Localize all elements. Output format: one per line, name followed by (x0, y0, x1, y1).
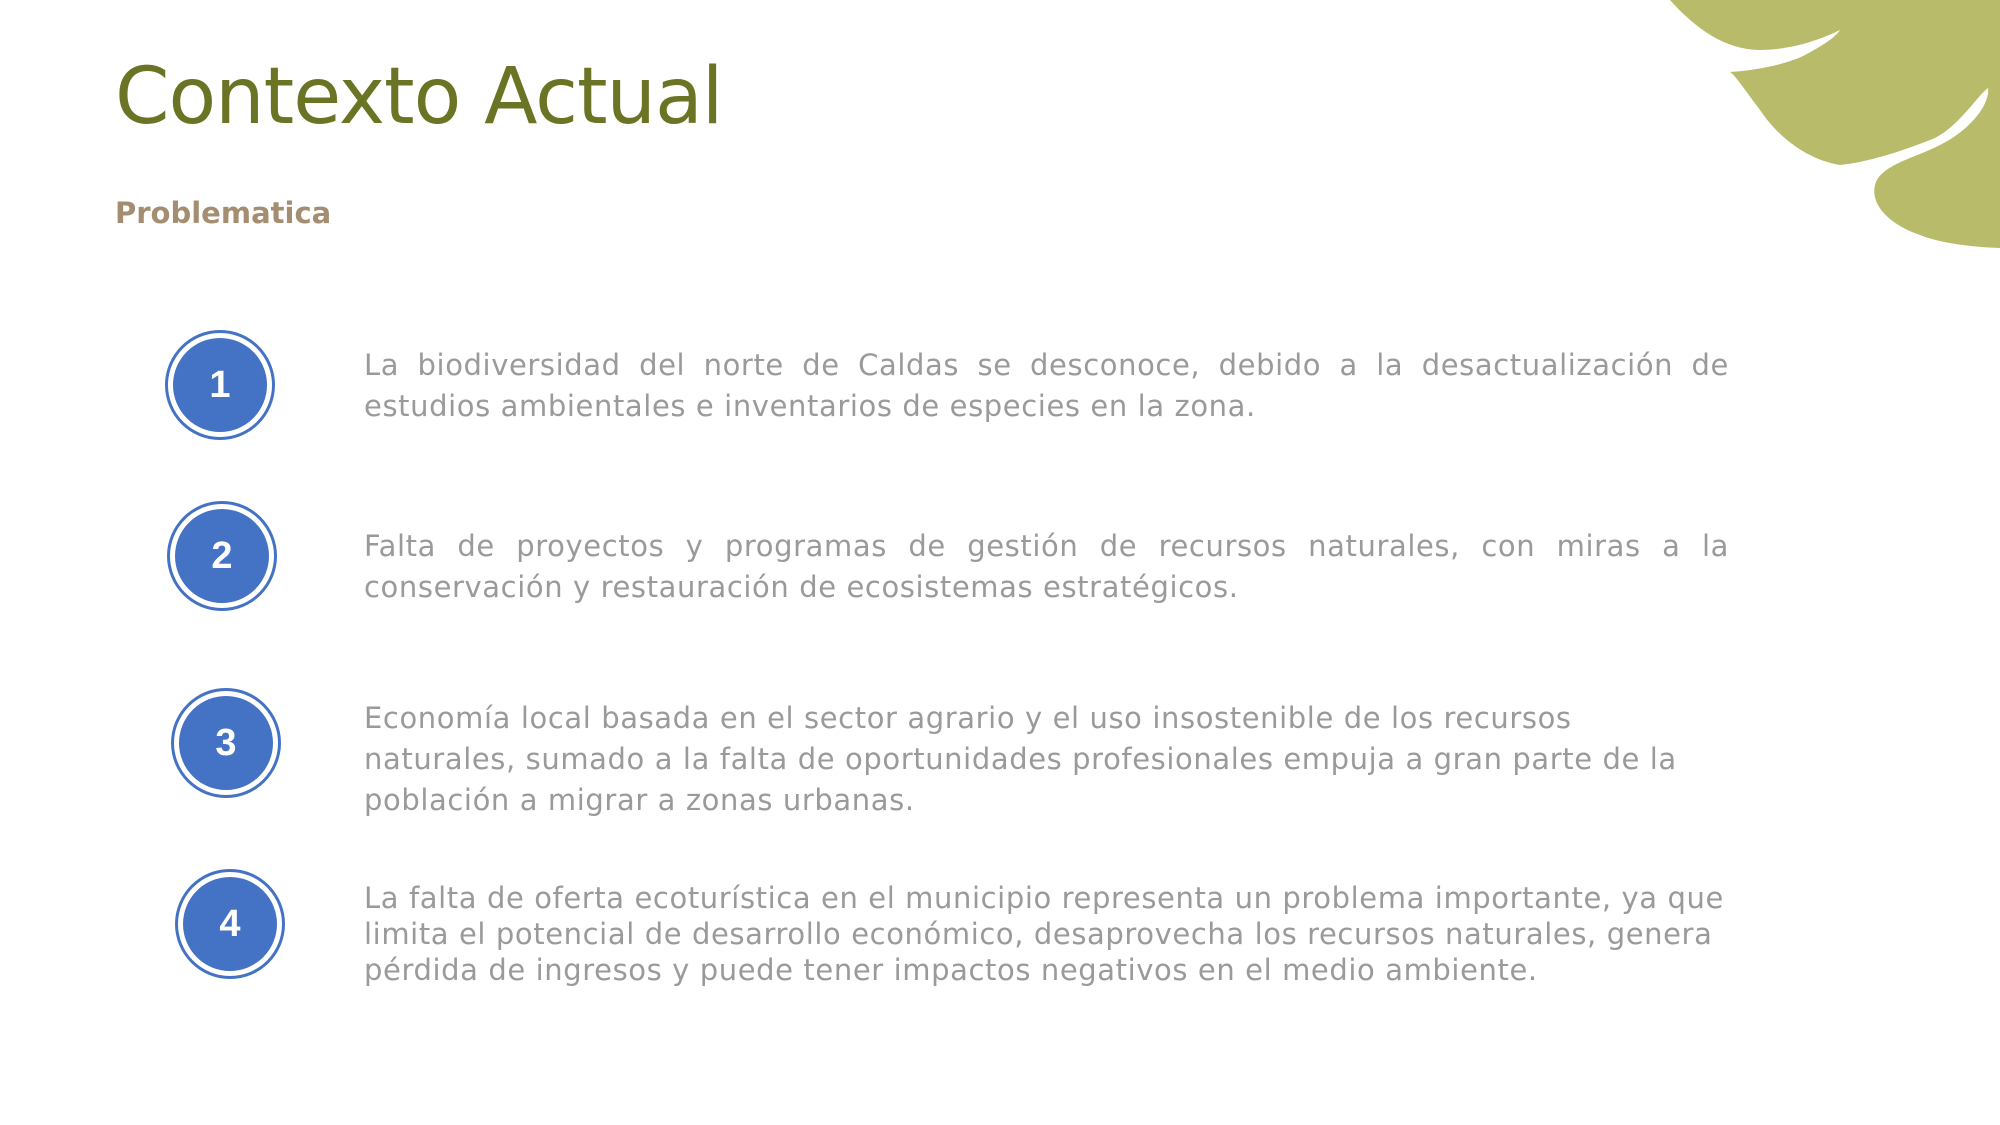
slide-subtitle: Problematica (115, 196, 332, 230)
problem-text-4: La falta de oferta ecoturística en el mu… (364, 881, 1724, 987)
number-badge-3: 3 (174, 691, 278, 795)
number-badge-2: 2 (170, 504, 274, 608)
number-badge-4: 4 (178, 872, 282, 976)
slide-title: Contexto Actual (115, 52, 723, 142)
problem-text-1: La biodiversidad del norte de Caldas se … (364, 348, 1729, 423)
number-badge-1: 1 (168, 333, 272, 437)
problem-text-3: Economía local basada en el sector agrar… (364, 701, 1677, 817)
problem-text-2: Falta de proyectos y programas de gestió… (364, 529, 1729, 604)
monstera-leaf-decoration (1670, 0, 2000, 248)
